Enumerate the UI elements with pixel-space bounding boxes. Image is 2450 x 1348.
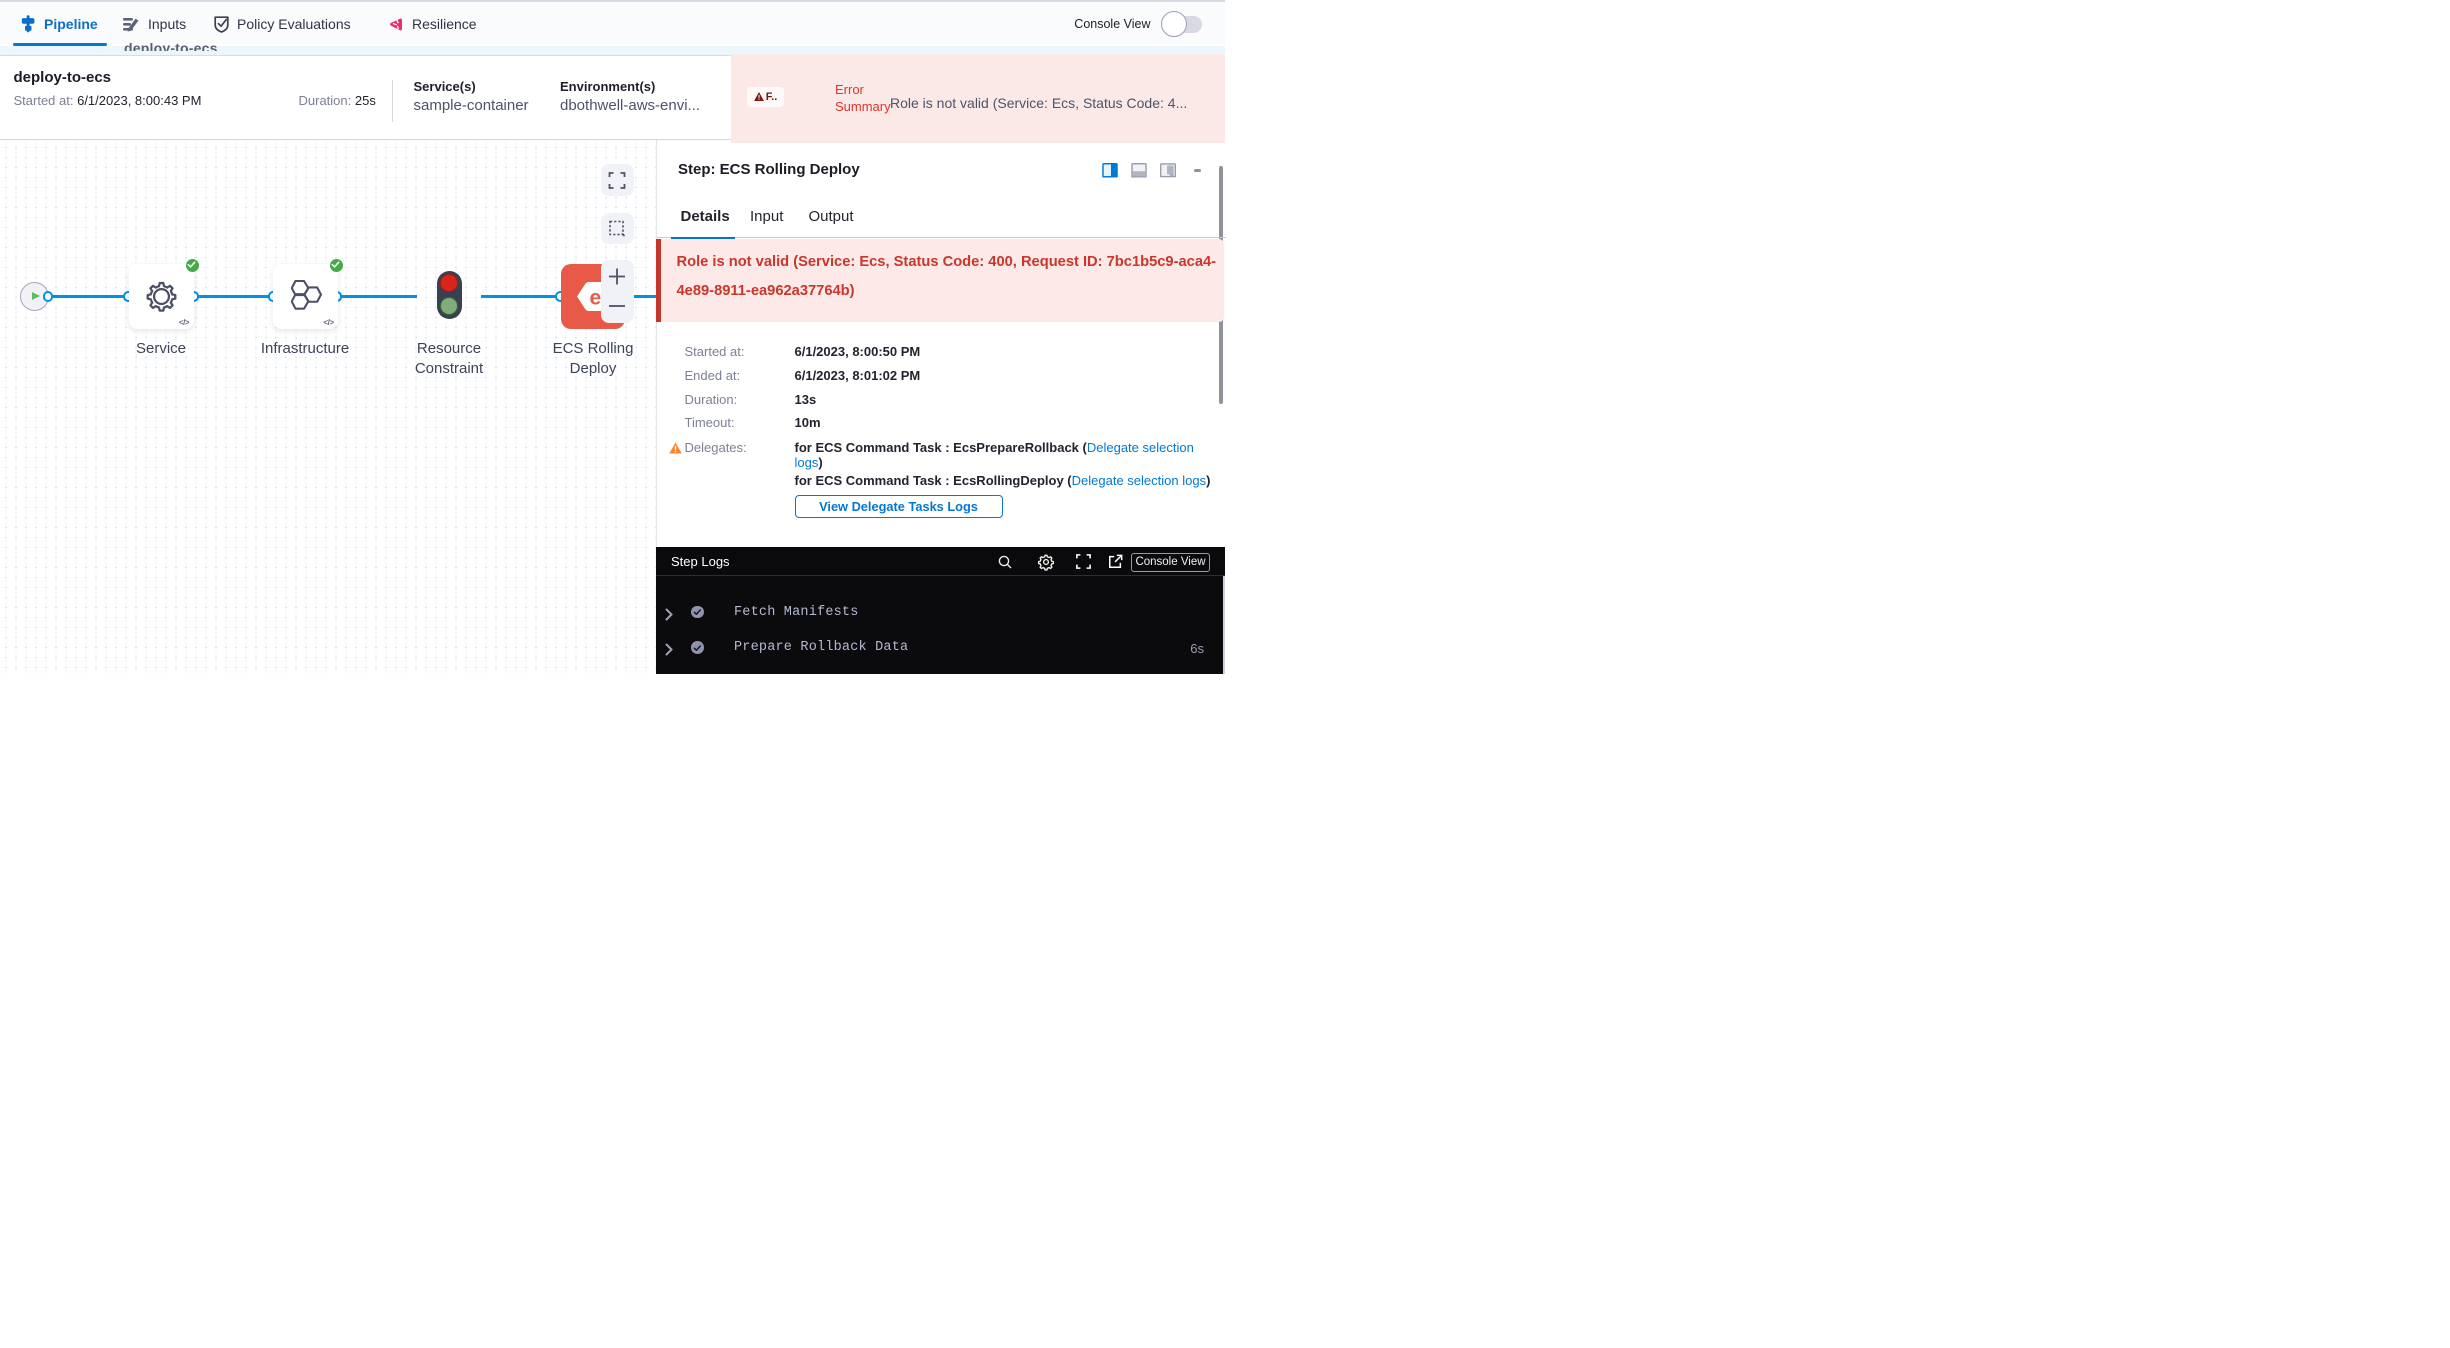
svg-text:e: e [589, 286, 601, 309]
